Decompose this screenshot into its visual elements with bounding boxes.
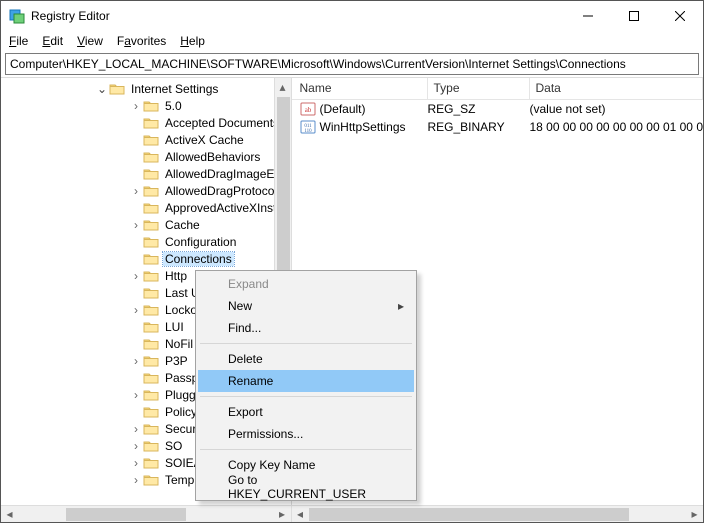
tree-label: Internet Settings [129,82,220,96]
menu-favorites[interactable]: Favorites [117,34,166,48]
scroll-right-button[interactable]: ▸ [274,506,291,523]
value-name: (Default) [320,102,428,116]
tree-hscroll[interactable]: ◂ ▸ [1,505,291,522]
ctx-rename[interactable]: Rename [198,370,414,392]
separator [200,343,412,344]
value-data: (value not set) [530,102,704,116]
value-type: REG_SZ [428,102,530,116]
tree-row[interactable]: AllowedDragImageExts [1,165,291,182]
ctx-new[interactable]: New▸ [198,295,414,317]
tree-label: Connections [163,252,234,266]
menu-help[interactable]: Help [180,34,205,48]
tree-label: Locko [163,303,199,317]
tree-label: ApprovedActiveXInstal [163,201,288,215]
menu-edit[interactable]: Edit [42,34,63,48]
tree-row[interactable]: ActiveX Cache [1,131,291,148]
tree-label: AllowedBehaviors [163,150,262,164]
tree-row[interactable]: Accepted Documents [1,114,291,131]
col-data[interactable]: Data [530,78,704,99]
tree-label: AllowedDragImageExts [163,167,291,181]
list-hscroll[interactable]: ◂ ▸ [292,505,704,522]
tree-row[interactable]: ⌄Internet Settings [1,80,291,97]
svg-text:110: 110 [304,129,312,134]
scroll-left-button[interactable]: ◂ [1,506,18,523]
tree-row[interactable]: ›AllowedDragProtocols [1,182,291,199]
value-name: WinHttpSettings [320,120,428,134]
ctx-find[interactable]: Find... [198,317,414,339]
list-hthumb[interactable] [309,508,630,521]
tree-label: P3P [163,354,190,368]
menu-file[interactable]: File [9,34,28,48]
scroll-right-button[interactable]: ▸ [686,506,703,523]
list-row[interactable]: ab (Default)REG_SZ(value not set) [292,100,704,118]
app-icon [9,8,25,24]
scroll-left-button[interactable]: ◂ [292,506,309,523]
ctx-permissions[interactable]: Permissions... [198,423,414,445]
list-header: Name Type Data [292,78,704,100]
col-name[interactable]: Name [292,78,428,99]
separator [200,396,412,397]
tree-label: Plugg [163,388,198,402]
tree-row[interactable]: Connections [1,250,291,267]
tree-row[interactable]: AllowedBehaviors [1,148,291,165]
tree-label: Http [163,269,189,283]
ctx-delete[interactable]: Delete [198,348,414,370]
tree-label: Accepted Documents [163,116,281,130]
tree-label: Configuration [163,235,238,249]
tree-row[interactable]: ›Cache [1,216,291,233]
tree-label: LUI [163,320,186,334]
minimize-button[interactable] [565,1,611,31]
menubar: File Edit View Favorites Help [1,31,703,51]
tree-label: Cache [163,218,202,232]
tree-label: NoFil [163,337,195,351]
maximize-button[interactable] [611,1,657,31]
submenu-arrow-icon: ▸ [398,299,404,313]
ctx-expand[interactable]: Expand [198,273,414,295]
tree-row[interactable]: ›5.0 [1,97,291,114]
menu-view[interactable]: View [77,34,103,48]
ctx-export[interactable]: Export [198,401,414,423]
tree-row[interactable]: Configuration [1,233,291,250]
tree-label: Secur [163,422,198,436]
context-menu: Expand New▸ Find... Delete Rename Export… [195,270,417,501]
tree-row[interactable]: ApprovedActiveXInstal [1,199,291,216]
window-title: Registry Editor [31,9,110,23]
tree-label: AllowedDragProtocols [163,184,285,198]
scroll-up-button[interactable]: ▴ [275,78,291,95]
tree-label: SO [163,439,184,453]
close-button[interactable] [657,1,703,31]
value-data: 18 00 00 00 00 00 00 00 01 00 0 [530,120,704,134]
tree-label: ActiveX Cache [163,133,246,147]
address-bar[interactable]: Computer\HKEY_LOCAL_MACHINE\SOFTWARE\Mic… [5,53,699,75]
address-text: Computer\HKEY_LOCAL_MACHINE\SOFTWARE\Mic… [10,57,626,71]
titlebar: Registry Editor [1,1,703,31]
tree-hthumb[interactable] [66,508,186,521]
ctx-goto-hkcu[interactable]: Go to HKEY_CURRENT_USER [198,476,414,498]
col-type[interactable]: Type [428,78,530,99]
window: Registry Editor File Edit View Favorites… [0,0,704,523]
separator [200,449,412,450]
tree-label: 5.0 [163,99,184,113]
value-type: REG_BINARY [428,120,530,134]
tree-label: Policy [163,405,199,419]
svg-text:ab: ab [304,106,311,114]
list-row[interactable]: 011110WinHttpSettingsREG_BINARY18 00 00 … [292,118,704,136]
